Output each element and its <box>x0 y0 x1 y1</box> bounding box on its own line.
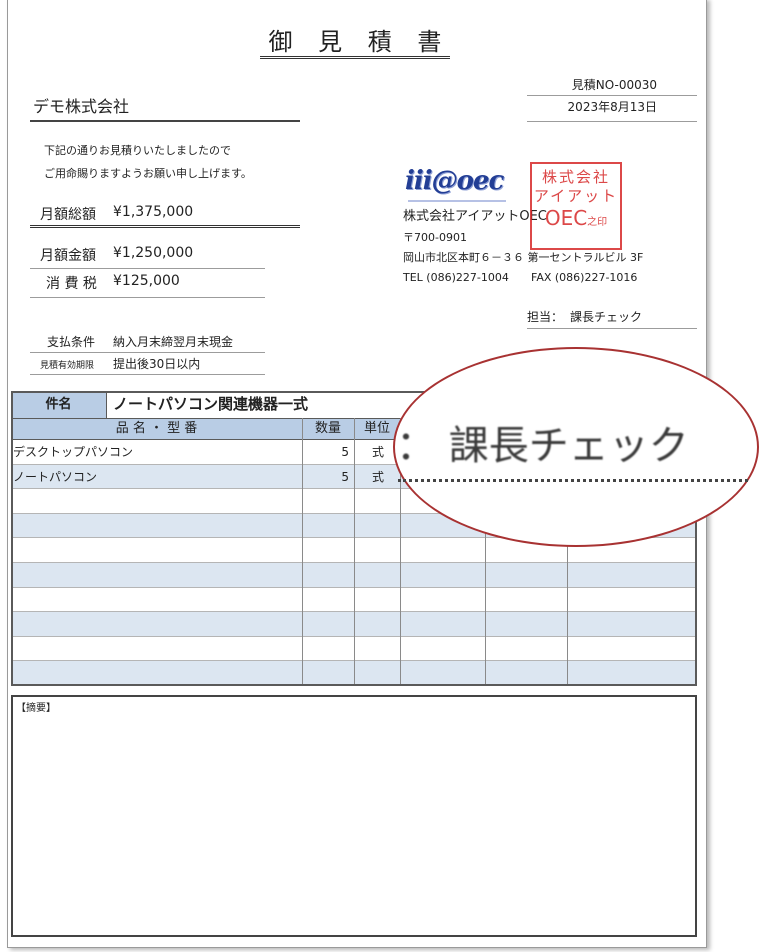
seal-line-2: アイアット <box>533 187 619 205</box>
client-name: デモ株式会社 <box>33 97 130 116</box>
quote-date: 2023年8月13日 <box>567 100 657 114</box>
seal-in: 之印 <box>587 217 608 228</box>
contact-value: 課長チェック <box>570 310 643 324</box>
payment-terms-label: 支払条件 <box>47 335 96 349</box>
monthly-amount-underline <box>30 268 265 269</box>
quote-date-underline <box>527 121 697 122</box>
notes-box <box>11 695 697 937</box>
monthly-amount-label: 月額金額 <box>40 248 96 264</box>
tax-label: 消 費 税 <box>46 276 97 292</box>
seal-line-1: 株式会社 <box>541 168 610 186</box>
validity-label: 見積有効期限 <box>40 361 95 371</box>
monthly-total-label: 月額総額 <box>40 207 96 223</box>
tax-value: ¥125,000 <box>113 273 180 289</box>
client-underline <box>30 120 300 122</box>
title-text: 御 見 積 書 <box>259 28 451 59</box>
monthly-total-underline <box>30 225 300 228</box>
contact-underline <box>527 328 697 329</box>
document-title: 御 見 積 書 <box>250 26 460 59</box>
seal-line-3: OEC之印 <box>532 208 620 228</box>
tax-underline <box>30 297 265 298</box>
intro-line-1: 下記の通りお見積りいたしましたので <box>44 144 231 157</box>
quote-number-underline <box>527 95 697 96</box>
logo-tagline-bar <box>408 200 506 202</box>
monthly-amount-value: ¥1,250,000 <box>113 245 194 261</box>
payment-terms-underline <box>30 352 265 353</box>
notes-label: 【摘要】 <box>16 703 56 714</box>
company-logo: iii@oec <box>405 166 504 196</box>
zoom-callout-dotted-line <box>398 479 748 482</box>
seal-oec: OEC <box>544 206 588 230</box>
company-address: 岡山市北区本町６－３６ 第一セントラルビル 3F <box>403 251 644 264</box>
intro-line-2: ご用命賜りますようお願い申し上げます。 <box>44 167 252 180</box>
payment-terms-value: 納入月末締翌月末現金 <box>113 335 234 349</box>
zoom-callout-text: ： 課長チェック <box>396 423 689 469</box>
company-tel: TEL (086)227-1004 <box>403 271 509 284</box>
company-fax: FAX (086)227-1016 <box>531 271 638 284</box>
company-seal-stamp: 株式会社 アイアット OEC之印 <box>530 162 622 250</box>
quote-number: 見積NO-00030 <box>571 78 657 92</box>
monthly-total-value: ¥1,375,000 <box>113 204 194 220</box>
company-postal: 〒700-0901 <box>403 231 467 244</box>
validity-underline <box>30 374 265 375</box>
validity-value: 提出後30日以内 <box>113 357 201 371</box>
contact-label: 担当： <box>527 310 564 324</box>
company-name: 株式会社アイアットOEC <box>403 209 547 224</box>
